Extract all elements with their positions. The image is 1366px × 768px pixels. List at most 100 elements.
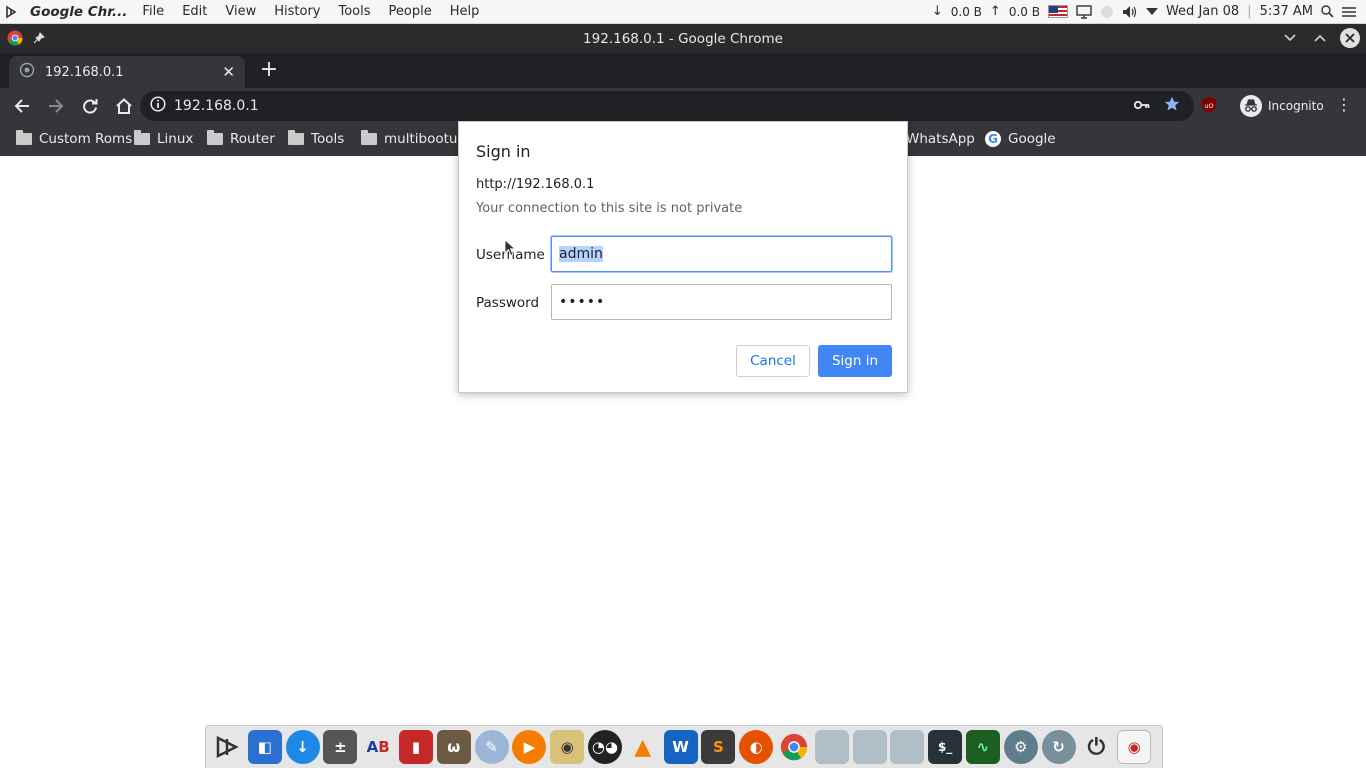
firefox-icon[interactable]: ◐: [739, 730, 774, 764]
display-icon[interactable]: [1076, 4, 1092, 19]
url-text[interactable]: 192.168.0.1: [174, 98, 259, 114]
reload-button[interactable]: [74, 90, 106, 122]
bookmark-multibootusb[interactable]: multibootusb: [361, 130, 473, 147]
launcher-menu-icon[interactable]: [0, 5, 22, 19]
time-label[interactable]: 5:37 AM: [1260, 4, 1313, 19]
menu-edit[interactable]: Edit: [173, 4, 216, 19]
cancel-button[interactable]: Cancel: [736, 345, 810, 377]
tab-active[interactable]: 192.168.0.1 ✕: [9, 56, 245, 88]
chrome-icon[interactable]: [777, 730, 811, 764]
vlc-icon[interactable]: ▲: [626, 730, 660, 764]
bookmark-google[interactable]: G Google: [985, 131, 1056, 147]
browser-toolbar: 192.168.0.1 uO Incognito ⋮: [0, 88, 1366, 124]
terminal-icon[interactable]: $_: [928, 730, 963, 764]
ublock-extension-icon[interactable]: uO: [1200, 96, 1218, 114]
close-window-button[interactable]: [1340, 28, 1360, 48]
keyboard-layout-flag-icon[interactable]: [1047, 5, 1068, 18]
wavelet-icon[interactable]: W: [663, 730, 698, 764]
connection-warning: Your connection to this site is not priv…: [476, 201, 743, 216]
bookmark-label: Tools: [311, 131, 345, 147]
chevron-down-icon[interactable]: [1145, 7, 1158, 16]
night-mode-icon[interactable]: [1100, 5, 1114, 19]
bookmark-label: Linux: [157, 131, 194, 147]
files-icon[interactable]: [814, 730, 849, 764]
home-button[interactable]: [108, 90, 140, 122]
chrome-logo-icon: [7, 30, 23, 50]
system-monitor-icon[interactable]: ∿: [965, 730, 1000, 764]
gimp-icon[interactable]: ω: [436, 730, 471, 764]
downloads-icon[interactable]: ↓: [285, 730, 320, 764]
dictionary-icon[interactable]: AB: [361, 730, 395, 764]
date-label[interactable]: Wed Jan 08: [1166, 4, 1239, 19]
menu-file[interactable]: File: [133, 4, 173, 19]
bookmark-label: Router: [230, 131, 275, 147]
bookmark-star-icon[interactable]: [1164, 96, 1180, 116]
new-tab-button[interactable]: +: [258, 59, 280, 82]
separator: |: [1247, 4, 1252, 19]
tab-close-icon[interactable]: ✕: [222, 63, 235, 81]
upload-arrow-icon: ↑: [989, 4, 1001, 19]
menu-view[interactable]: View: [216, 4, 265, 19]
folder-icon: [361, 130, 377, 145]
trash-icon[interactable]: ◉: [1117, 730, 1152, 764]
volume-icon[interactable]: [1122, 5, 1138, 19]
dock: ◧ ↓ ± AB ▮ ω ✎ ▶ ◉ ◔◕ ▲ W S ◐ $_ ∿ ⚙ ↻ ⏻…: [205, 725, 1163, 768]
files-icon[interactable]: [852, 730, 887, 764]
bookmark-label: Custom Roms: [39, 131, 133, 147]
sign-in-dialog: Sign in http://192.168.0.1 Your connecti…: [458, 121, 908, 393]
folder-icon: [134, 130, 150, 145]
media-player-icon[interactable]: ▶: [512, 730, 547, 764]
rhythmbox-icon[interactable]: ◉: [550, 730, 585, 764]
address-bar[interactable]: 192.168.0.1: [140, 91, 1194, 121]
incognito-icon: [1240, 95, 1262, 117]
calculator-icon[interactable]: ±: [323, 730, 358, 764]
launcher-icon[interactable]: [210, 730, 244, 764]
dialog-title: Sign in: [476, 142, 531, 161]
minimize-button[interactable]: [1280, 28, 1300, 48]
sign-in-button[interactable]: Sign in: [818, 345, 892, 377]
archive-icon[interactable]: ▮: [398, 730, 433, 764]
power-icon[interactable]: ⏻: [1079, 730, 1113, 764]
finder-icon[interactable]: ◧: [247, 730, 282, 764]
forward-button[interactable]: [40, 90, 72, 122]
key-icon[interactable]: [1133, 98, 1150, 114]
window-title: 192.168.0.1 - Google Chrome: [583, 30, 783, 47]
password-field[interactable]: •••••: [551, 284, 892, 320]
bookmark-tools[interactable]: Tools: [288, 130, 345, 147]
download-arrow-icon: ↓: [931, 4, 943, 19]
google-icon: G: [985, 131, 1001, 147]
incognito-profile-button[interactable]: Incognito: [1240, 93, 1324, 119]
bookmark-router[interactable]: Router: [207, 130, 275, 147]
net-up-rate: 0.0 B: [1008, 4, 1040, 19]
maximize-button[interactable]: [1310, 28, 1330, 48]
menu-lines-icon[interactable]: [1342, 6, 1356, 18]
tab-title: 192.168.0.1: [45, 64, 124, 80]
inkscape-icon[interactable]: ✎: [474, 730, 509, 764]
owl-icon[interactable]: ◔◕: [587, 730, 622, 764]
kebab-menu-icon[interactable]: ⋮: [1336, 96, 1352, 114]
globe-icon: [19, 62, 35, 82]
bookmark-whatsapp[interactable]: WhatsApp: [906, 131, 975, 147]
menu-help[interactable]: Help: [441, 4, 489, 19]
bookmark-custom-roms[interactable]: Custom Roms: [16, 130, 133, 147]
menu-tools[interactable]: Tools: [329, 4, 379, 19]
settings-icon[interactable]: ⚙: [1003, 730, 1038, 764]
system-menubar: Google Chr... File Edit View History Too…: [0, 0, 1366, 24]
bookmark-label: Google: [1008, 131, 1056, 147]
search-icon[interactable]: [1321, 5, 1334, 18]
pin-icon[interactable]: [33, 32, 45, 48]
active-app-name[interactable]: Google Chr...: [22, 4, 133, 20]
sublime-text-icon[interactable]: S: [701, 730, 736, 764]
menu-history[interactable]: History: [265, 4, 329, 19]
window-titlebar[interactable]: 192.168.0.1 - Google Chrome: [0, 24, 1366, 53]
back-button[interactable]: [6, 90, 38, 122]
folder-icon: [16, 130, 32, 145]
site-info-icon[interactable]: [150, 96, 166, 116]
update-icon[interactable]: ↻: [1041, 730, 1076, 764]
files-icon[interactable]: [890, 730, 925, 764]
bookmark-linux[interactable]: Linux: [134, 130, 194, 147]
username-value: admin: [559, 246, 603, 262]
bookmark-label: WhatsApp: [906, 131, 975, 147]
menu-people[interactable]: People: [380, 4, 441, 19]
username-field[interactable]: admin: [551, 236, 892, 272]
